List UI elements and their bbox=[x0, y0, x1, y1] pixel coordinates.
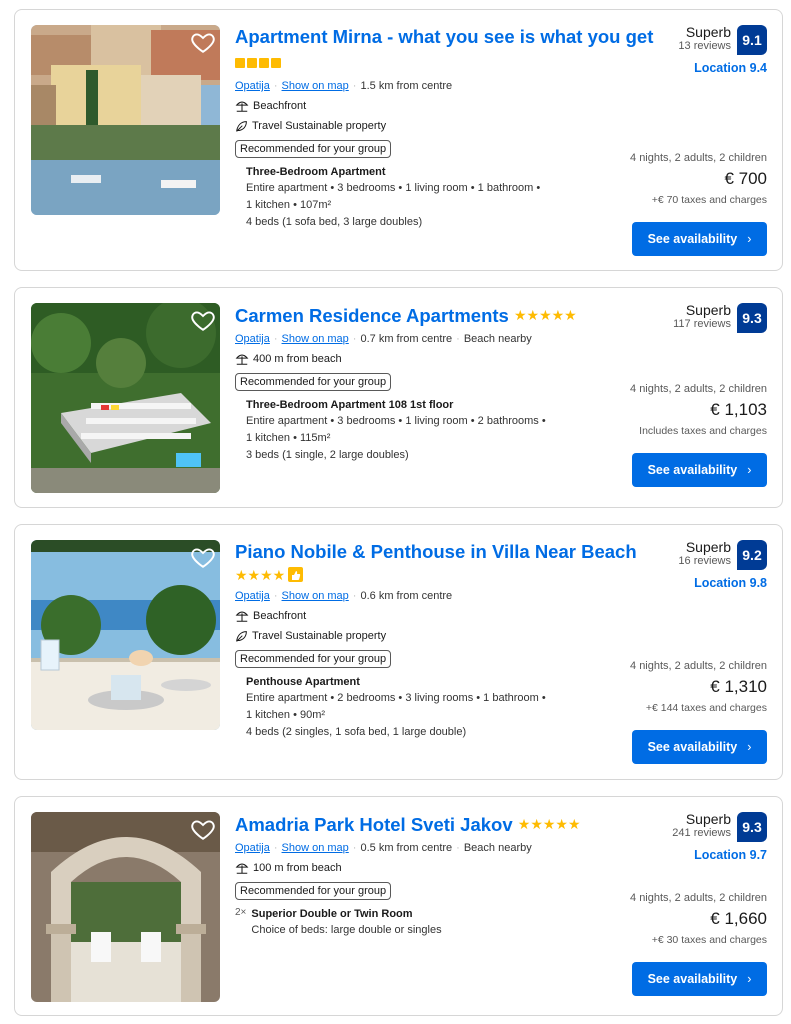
beach-umbrella-icon bbox=[235, 354, 249, 365]
show-on-map-link[interactable]: Show on map bbox=[282, 333, 349, 345]
property-photo[interactable] bbox=[31, 812, 220, 1002]
beach-umbrella-icon bbox=[235, 863, 249, 874]
score-badge: 9.3 bbox=[737, 303, 767, 333]
score-word: Superb bbox=[685, 539, 731, 555]
chevron-right-icon: › bbox=[747, 232, 752, 246]
see-availability-button[interactable]: See availability › bbox=[632, 222, 767, 256]
review-count: 241 reviews bbox=[672, 827, 731, 839]
location-line: Opatija · Show on map · 0.7 km from centre · B… bbox=[235, 333, 532, 345]
price-block: 4 nights, 2 adults, 2 children € 1,660 +… bbox=[537, 892, 767, 946]
heart-icon[interactable] bbox=[190, 816, 216, 842]
property-card: Piano Nobile & Penthouse in Villa Near B… bbox=[14, 524, 783, 780]
review-score-block[interactable]: Superb 241 reviews 9.3 Location 9.7 bbox=[567, 811, 767, 862]
location-score: Location 9.4 bbox=[694, 61, 767, 75]
price: € 700 bbox=[724, 169, 767, 188]
stay-summary: 4 nights, 2 adults, 2 children bbox=[630, 152, 767, 164]
see-availability-button[interactable]: See availability › bbox=[632, 453, 767, 487]
location-score: Location 9.7 bbox=[694, 848, 767, 862]
review-count: 117 reviews bbox=[673, 318, 731, 330]
location-link[interactable]: Opatija bbox=[235, 842, 270, 854]
see-availability-button[interactable]: See availability › bbox=[632, 962, 767, 996]
price: € 1,103 bbox=[710, 400, 767, 419]
distance-text: 0.7 km from centre bbox=[360, 333, 453, 345]
distance-text: 1.5 km from centre bbox=[360, 80, 453, 92]
score-word: Superb bbox=[685, 302, 731, 318]
leaf-icon bbox=[236, 120, 247, 132]
beach-umbrella-icon bbox=[235, 101, 249, 112]
beach-nearby-text: Beach nearby bbox=[463, 842, 532, 854]
taxes-text: Includes taxes and charges bbox=[639, 425, 767, 437]
stay-summary: 4 nights, 2 adults, 2 children bbox=[630, 892, 767, 904]
recommended-badge: Recommended for your group bbox=[235, 882, 392, 900]
feature-sustainable: Travel Sustainable property bbox=[235, 118, 655, 134]
location-link[interactable]: Opatija bbox=[235, 333, 270, 345]
stay-summary: 4 nights, 2 adults, 2 children bbox=[630, 660, 767, 672]
price-block: 4 nights, 2 adults, 2 children € 700 +€ … bbox=[537, 152, 767, 206]
room-quantity: 2× bbox=[235, 907, 247, 918]
taxes-text: +€ 144 taxes and charges bbox=[645, 702, 767, 714]
show-on-map-link[interactable]: Show on map bbox=[282, 842, 349, 854]
location-score: Location 9.8 bbox=[694, 576, 767, 590]
score-word: Superb bbox=[685, 811, 731, 827]
leaf-icon bbox=[236, 630, 247, 642]
price: € 1,310 bbox=[710, 677, 767, 696]
heart-icon[interactable] bbox=[190, 29, 216, 55]
feature-sustainable: Travel Sustainable property bbox=[235, 628, 655, 644]
review-score-block[interactable]: Superb 13 reviews 9.1 Location 9.4 bbox=[567, 24, 767, 75]
location-link[interactable]: Opatija bbox=[235, 80, 270, 92]
heart-icon[interactable] bbox=[190, 544, 216, 570]
feature-beachfront: Beachfront bbox=[235, 608, 655, 624]
recommended-badge: Recommended for your group bbox=[235, 373, 392, 391]
feature-beach-distance: 100 m from beach bbox=[235, 860, 655, 876]
chevron-right-icon: › bbox=[747, 463, 752, 477]
location-link[interactable]: Opatija bbox=[235, 590, 270, 602]
property-photo[interactable] bbox=[31, 25, 220, 215]
room-beds: 4 beds (2 singles, 1 sofa bed, 1 large d… bbox=[246, 726, 467, 738]
distance-text: 0.5 km from centre bbox=[360, 842, 453, 854]
stay-summary: 4 nights, 2 adults, 2 children bbox=[630, 383, 767, 395]
review-count: 13 reviews bbox=[678, 40, 731, 52]
thumbs-up-icon bbox=[288, 567, 304, 582]
distance-text: 0.6 km from centre bbox=[360, 590, 453, 602]
feature-beachfront: Beachfront bbox=[235, 98, 655, 114]
score-badge: 9.1 bbox=[737, 25, 767, 55]
score-badge: 9.2 bbox=[737, 540, 767, 570]
beach-nearby-text: Beach nearby bbox=[463, 333, 532, 345]
feature-beach-distance: 400 m from beach bbox=[235, 351, 655, 367]
price-block: 4 nights, 2 adults, 2 children € 1,103 I… bbox=[537, 383, 767, 437]
review-score-block[interactable]: Superb 16 reviews 9.2 Location 9.8 bbox=[567, 539, 767, 590]
star-rating: ★★★★ bbox=[235, 567, 286, 583]
room-desc: Choice of beds: large double or singles bbox=[251, 924, 442, 936]
property-card: Carmen Residence Apartments ★★★★★ Opatij… bbox=[14, 287, 783, 508]
taxes-text: +€ 70 taxes and charges bbox=[651, 194, 767, 206]
property-card: Apartment Mirna - what you see is what y… bbox=[14, 9, 783, 271]
score-word: Superb bbox=[685, 24, 731, 40]
price: € 1,660 bbox=[710, 909, 767, 928]
property-photo[interactable] bbox=[31, 303, 220, 493]
recommended-badge: Recommended for your group bbox=[235, 140, 392, 158]
room-beds: 3 beds (1 single, 2 large doubles) bbox=[246, 449, 409, 461]
price-block: 4 nights, 2 adults, 2 children € 1,310 +… bbox=[537, 660, 767, 714]
room-beds: 4 beds (1 sofa bed, 3 large doubles) bbox=[246, 216, 423, 228]
heart-icon[interactable] bbox=[190, 307, 216, 333]
show-on-map-link[interactable]: Show on map bbox=[282, 80, 349, 92]
taxes-text: +€ 30 taxes and charges bbox=[651, 934, 767, 946]
show-on-map-link[interactable]: Show on map bbox=[282, 590, 349, 602]
room-title: Superior Double or Twin Room bbox=[251, 908, 413, 920]
location-line: Opatija · Show on map · 0.6 km from centre bbox=[235, 590, 453, 602]
recommended-badge: Recommended for your group bbox=[235, 650, 392, 668]
see-availability-button[interactable]: See availability › bbox=[632, 730, 767, 764]
score-badge: 9.3 bbox=[737, 812, 767, 842]
beach-umbrella-icon bbox=[235, 611, 249, 622]
review-count: 16 reviews bbox=[678, 555, 731, 567]
review-score-block[interactable]: Superb 117 reviews 9.3 bbox=[567, 302, 767, 333]
rating-squares bbox=[235, 52, 283, 73]
location-line: Opatija · Show on map · 1.5 km from centre bbox=[235, 80, 453, 92]
property-photo[interactable] bbox=[31, 540, 220, 730]
property-card: Amadria Park Hotel Sveti Jakov ★★★★★ Opa… bbox=[14, 796, 783, 1016]
chevron-right-icon: › bbox=[747, 972, 752, 986]
chevron-right-icon: › bbox=[747, 740, 752, 754]
